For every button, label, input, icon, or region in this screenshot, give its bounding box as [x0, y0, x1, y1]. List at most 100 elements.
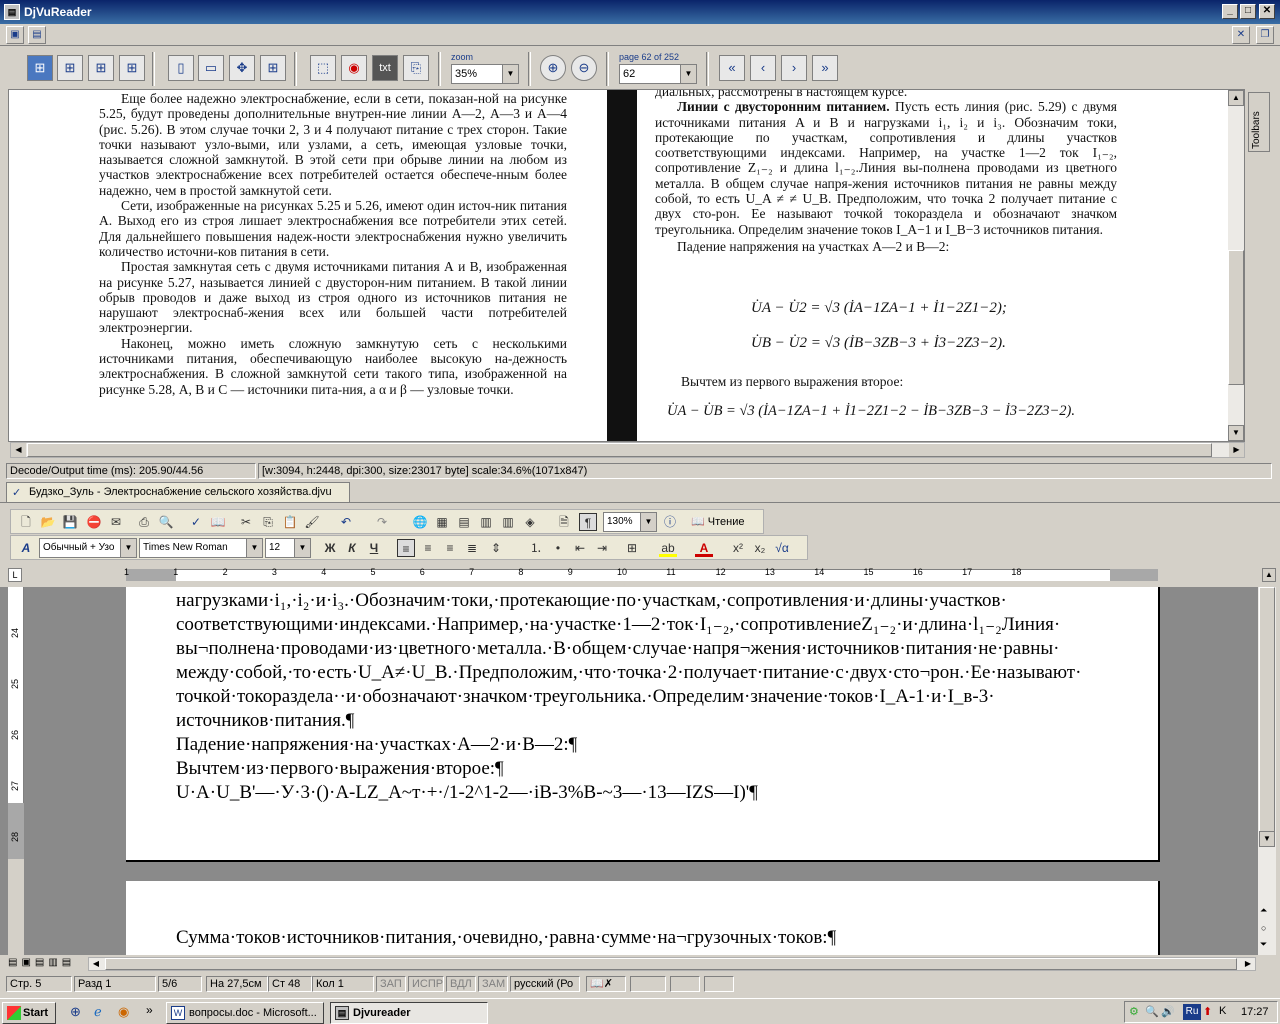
superscript-icon[interactable]: x² — [729, 539, 747, 557]
scroll-up-icon[interactable]: ▲ — [1262, 568, 1276, 582]
status-trk[interactable]: ИСПР — [408, 976, 444, 992]
columns-icon[interactable]: ▥ — [499, 513, 517, 531]
start-button[interactable]: Start — [2, 1002, 56, 1024]
quicklaunch-browser-icon[interactable]: ⊕ — [70, 1004, 81, 1020]
prev-page-icon[interactable]: ‹ — [750, 55, 776, 81]
chevron-down-icon[interactable]: ▼ — [640, 513, 656, 531]
scroll-thumb[interactable] — [105, 958, 1237, 970]
last-page-icon[interactable]: » — [812, 55, 838, 81]
scroll-right-icon[interactable]: ▶ — [1241, 958, 1255, 970]
bold-icon[interactable]: Ж — [321, 539, 339, 557]
word-zoom-select[interactable]: 130% ▼ — [603, 512, 657, 532]
restore-doc-icon[interactable]: ❐ — [1256, 26, 1274, 44]
chevron-down-icon[interactable]: ▼ — [246, 539, 262, 557]
task-djvureader[interactable]: ▤ Djvureader — [330, 1002, 488, 1024]
email-icon[interactable]: ✉ — [107, 513, 125, 531]
align-left-icon[interactable]: ≡ — [397, 539, 415, 557]
word-hscrollbar[interactable]: ◀ ▶ — [88, 957, 1256, 971]
italic-icon[interactable]: К — [343, 539, 361, 557]
djvu-document-tab[interactable]: ✓ Будзко_Зуль - Электроснабжение сельско… — [6, 482, 350, 502]
zoom-in-icon[interactable]: ⊕ — [540, 55, 566, 81]
page-select[interactable]: 62 ▼ — [619, 64, 697, 84]
internet-explorer-icon[interactable]: ℯ — [94, 1004, 102, 1020]
print-preview-icon[interactable]: 🔍 — [157, 513, 175, 531]
format-painter-icon[interactable]: 🖌 — [303, 513, 321, 531]
subscript-icon[interactable]: x₂ — [751, 539, 769, 557]
zoom-out-icon[interactable]: ⊖ — [571, 55, 597, 81]
scroll-thumb[interactable] — [1228, 250, 1244, 385]
chevron-down-icon[interactable]: ▼ — [120, 539, 136, 557]
thumbnails-3-icon[interactable]: ⊞ — [88, 55, 114, 81]
spelling-status-icon[interactable]: 📖✗ — [586, 976, 626, 992]
prev-page-browse-icon[interactable]: ⏶ — [1260, 905, 1267, 916]
scroll-up-icon[interactable]: ▲ — [1228, 90, 1244, 106]
align-center-icon[interactable]: ≡ — [419, 539, 437, 557]
continuous-icon[interactable]: ✥ — [229, 55, 255, 81]
paste-icon[interactable]: 📋 — [281, 513, 299, 531]
font-select[interactable]: Times New Roman ▼ — [139, 538, 263, 558]
borders-icon[interactable]: ⊞ — [623, 539, 641, 557]
word-page-1[interactable]: нагрузками·i₁,·i₂·и·i₃.·Обозначим·токи,·… — [126, 587, 1160, 862]
copy-icon[interactable]: ⎘ — [403, 55, 429, 81]
help-icon[interactable]: ⓘ — [661, 513, 679, 531]
language-indicator[interactable]: Ru — [1183, 1004, 1201, 1020]
zoom-select[interactable]: 35% ▼ — [451, 64, 519, 84]
task-word[interactable]: W вопросы.doc - Microsoft... — [166, 1002, 324, 1024]
new-document-icon[interactable]: 🗋 — [17, 513, 35, 531]
text-mode-button[interactable]: txt — [372, 55, 398, 81]
copy-icon[interactable]: ⎘ — [259, 513, 277, 531]
justify-icon[interactable]: ≣ — [463, 539, 481, 557]
open-icon[interactable]: ▣ — [6, 26, 24, 44]
equation-icon[interactable]: √α — [773, 539, 791, 557]
line-spacing-icon[interactable]: ⇕ — [487, 539, 505, 557]
cut-icon[interactable]: ✂ — [237, 513, 255, 531]
select-area-icon[interactable]: ⬚ — [310, 55, 336, 81]
insert-excel-icon[interactable]: ▥ — [477, 513, 495, 531]
research-icon[interactable]: 📖 — [209, 513, 227, 531]
bullets-icon[interactable]: • — [549, 539, 567, 557]
status-language[interactable]: русский (Ро — [510, 976, 580, 992]
search-icon[interactable]: 🔍 — [1145, 1005, 1159, 1018]
font-color-icon[interactable]: A — [695, 539, 713, 557]
view-buttons[interactable]: ▤▣▤▥▤ — [8, 957, 88, 971]
drawing-icon[interactable]: ◈ — [521, 513, 539, 531]
two-page-icon[interactable]: ▭ — [198, 55, 224, 81]
hyperlink-icon[interactable]: 🌐 — [411, 513, 429, 531]
status-rec[interactable]: ЗАП — [376, 976, 406, 992]
highlight-icon[interactable]: ab — [659, 539, 677, 557]
single-page-icon[interactable]: ▯ — [168, 55, 194, 81]
maximize-button[interactable]: □ — [1240, 4, 1256, 19]
tables-borders-icon[interactable]: ▦ — [433, 513, 451, 531]
thumbnails-2-icon[interactable]: ⊞ — [57, 55, 83, 81]
spelling-icon[interactable]: ✓ — [187, 513, 205, 531]
doc-icon[interactable]: ▤ — [28, 26, 46, 44]
chevron-down-icon[interactable]: ▼ — [502, 65, 518, 83]
chevron-down-icon[interactable]: ▼ — [680, 65, 696, 83]
scroll-thumb[interactable] — [27, 443, 1212, 457]
scroll-down-icon[interactable]: ▼ — [1259, 831, 1275, 847]
quicklaunch-app-icon[interactable]: ◉ — [118, 1004, 129, 1020]
tray-app-icon[interactable]: ⬆ — [1203, 1005, 1212, 1018]
show-formatting-icon[interactable]: ¶ — [579, 513, 597, 531]
status-ext[interactable]: ВДЛ — [446, 976, 476, 992]
djvu-hscrollbar[interactable]: ◀ ▶ — [10, 442, 1245, 458]
horizontal-ruler[interactable] — [126, 569, 1158, 581]
color-mode-icon[interactable]: ◉ — [341, 55, 367, 81]
first-page-icon[interactable]: « — [719, 55, 745, 81]
status-ovr[interactable]: ЗАМ — [478, 976, 508, 992]
scroll-left-icon[interactable]: ◀ — [89, 958, 103, 970]
djvu-vscrollbar[interactable]: ▲ ▼ — [1228, 90, 1244, 441]
word-document-area[interactable]: 24 25 26 27 28 нагрузками·i₁,·i₂·и·i₃.·Обозн… — [0, 587, 1258, 961]
insert-table-icon[interactable]: ▤ — [455, 513, 473, 531]
scroll-down-icon[interactable]: ▼ — [1228, 425, 1244, 441]
decrease-indent-icon[interactable]: ⇤ — [571, 539, 589, 557]
open-folder-icon[interactable]: 📂 — [39, 513, 57, 531]
keyboard-icon[interactable]: K — [1219, 1005, 1226, 1017]
djvu-page-view[interactable]: Еще более надежно электроснабжение, если… — [8, 89, 1245, 442]
print-icon[interactable]: ⎙ — [135, 513, 153, 531]
word-vscrollbar[interactable]: ▼ ⏶ ○ ⏷ — [1258, 587, 1276, 955]
next-page-browse-icon[interactable]: ⏷ — [1260, 939, 1267, 950]
scroll-left-icon[interactable]: ◀ — [11, 443, 26, 457]
minimize-button[interactable]: _ — [1222, 4, 1238, 19]
close-button[interactable]: ✕ — [1259, 4, 1275, 19]
